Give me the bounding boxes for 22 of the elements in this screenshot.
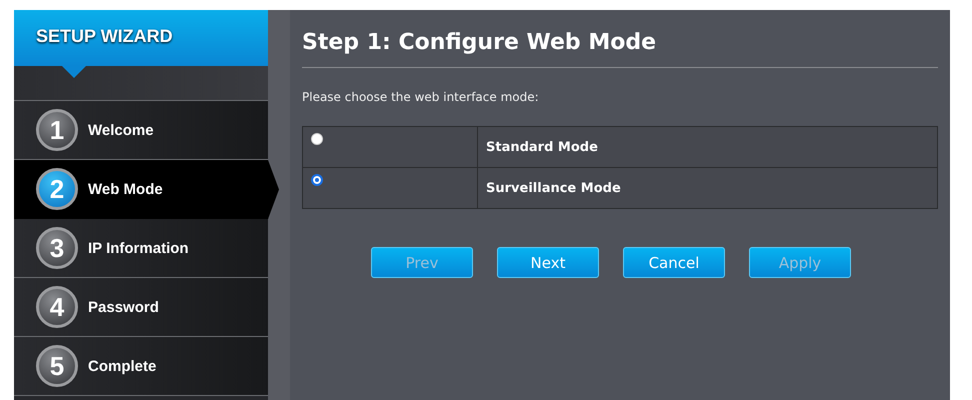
step-number: 4 [36,286,78,328]
step-number: 3 [36,227,78,269]
step-label: Complete [88,358,156,374]
pointer-icon [62,66,86,78]
step-number: 2 [36,168,78,210]
step-label: Web Mode [88,180,163,198]
page-title: Step 1: Configure Web Mode [302,30,938,68]
wizard-step[interactable]: 3 IP Information [14,219,268,278]
wizard-step[interactable]: 4 Password [14,278,268,337]
wizard-step[interactable]: 1 Welcome [14,101,268,160]
step-number: 1 [36,109,78,151]
option-label: Standard Mode [478,126,938,168]
wizard-step[interactable]: 5 Complete [14,337,268,396]
radio-button[interactable] [311,174,323,186]
option-label: Surveillance Mode [478,168,938,208]
step-label: Password [88,298,159,316]
step-label: Welcome [88,122,154,138]
step-number: 5 [36,345,78,387]
wizard-title: SETUP WIZARD [35,25,173,48]
step-label: IP Information [88,240,189,256]
wizard-step[interactable]: 2 Web Mode [14,160,279,219]
prompt-text: Please choose the web interface mode: [302,90,540,104]
